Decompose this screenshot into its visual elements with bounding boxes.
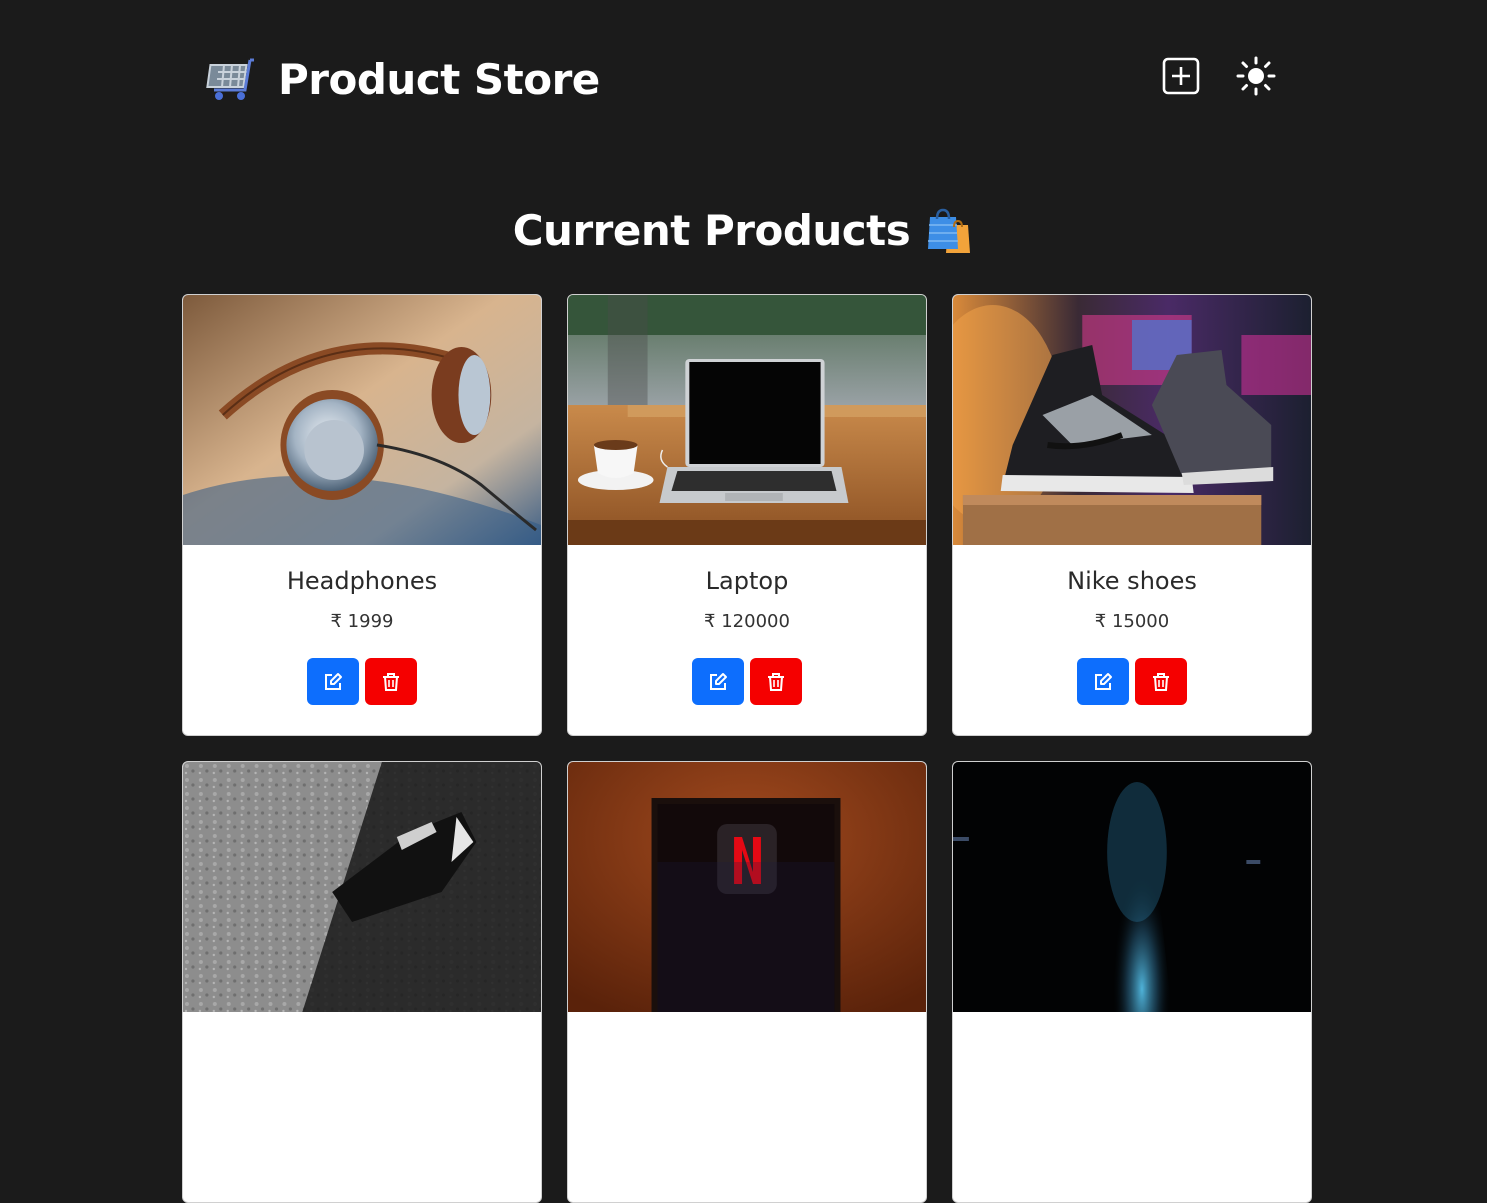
product-card	[567, 761, 927, 1203]
edit-button[interactable]	[692, 658, 744, 705]
product-grid: Headphones ₹ 1999 Laptop ₹ 120000 Nike s…	[182, 294, 1312, 1203]
plus-square-icon	[1162, 57, 1200, 95]
edit-icon	[1095, 672, 1112, 690]
page-title: Current Products	[512, 206, 911, 255]
product-card: Laptop ₹ 120000	[567, 294, 927, 736]
product-card	[182, 761, 542, 1203]
page-heading: Current Products	[0, 206, 1487, 255]
netflix-tv-photo	[568, 762, 926, 1012]
add-product-button[interactable]	[1161, 56, 1201, 96]
product-card: Headphones ₹ 1999	[182, 294, 542, 736]
theme-toggle-button[interactable]	[1236, 56, 1276, 96]
laptop-photo	[568, 295, 926, 545]
product-card	[952, 761, 1312, 1203]
trash-icon	[768, 672, 784, 691]
product-actions	[568, 658, 926, 705]
product-image	[953, 295, 1311, 545]
delete-button[interactable]	[1135, 658, 1187, 705]
product-card: Nike shoes ₹ 15000	[952, 294, 1312, 736]
shopping-cart-icon	[206, 58, 254, 100]
edit-icon	[325, 672, 342, 690]
navbar: Product Store	[0, 0, 1487, 160]
product-price: ₹ 120000	[704, 611, 790, 632]
product-price: ₹ 1999	[330, 611, 394, 632]
delete-button[interactable]	[365, 658, 417, 705]
trash-icon	[383, 672, 399, 691]
delete-button[interactable]	[750, 658, 802, 705]
edit-icon	[710, 672, 727, 690]
edit-button[interactable]	[307, 658, 359, 705]
product-image	[568, 762, 926, 1012]
black-sneaker-photo	[183, 762, 541, 1012]
product-image	[183, 762, 541, 1012]
product-actions	[183, 658, 541, 705]
product-name: Headphones	[286, 567, 438, 595]
shopping-bags-icon	[928, 208, 971, 253]
product-actions	[953, 658, 1311, 705]
product-image	[568, 295, 926, 545]
product-name: Laptop	[705, 567, 789, 595]
brand-title: Product Store	[278, 54, 600, 104]
nike-shoes-photo	[953, 295, 1311, 545]
dark-stage-photo	[953, 762, 1311, 1012]
product-name: Nike shoes	[1067, 567, 1197, 595]
trash-icon	[1153, 672, 1169, 691]
product-image	[183, 295, 541, 545]
product-price: ₹ 15000	[1094, 611, 1170, 632]
product-image	[953, 762, 1311, 1012]
headphones-photo	[183, 295, 541, 545]
sun-icon	[1236, 56, 1276, 96]
brand[interactable]: Product Store	[206, 52, 600, 106]
edit-button[interactable]	[1077, 658, 1129, 705]
